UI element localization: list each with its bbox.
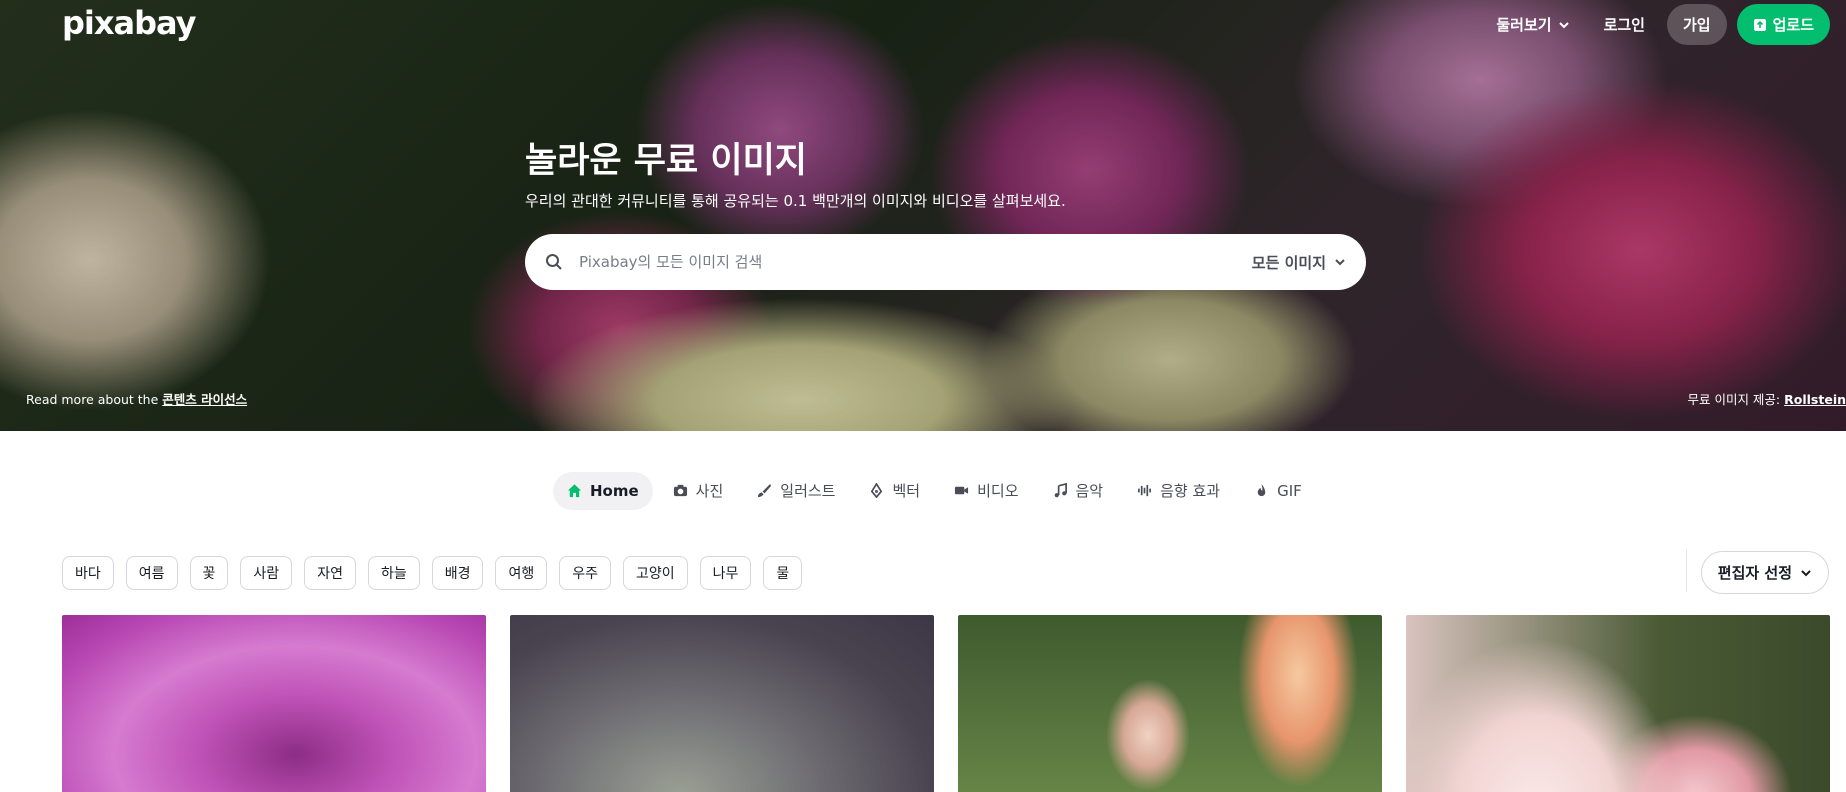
image-card-flamingo[interactable]	[1406, 615, 1830, 792]
join-button[interactable]: 가입	[1666, 4, 1727, 45]
tab-music[interactable]: 음악	[1039, 470, 1118, 511]
chip-sky[interactable]: 하늘	[367, 556, 420, 590]
explore-menu-button[interactable]: 둘러보기	[1484, 4, 1581, 45]
chip-people[interactable]: 사람	[240, 556, 293, 590]
chip-sea[interactable]: 바다	[62, 556, 114, 590]
music-icon	[1054, 483, 1067, 498]
chip-background[interactable]: 배경	[431, 556, 484, 590]
license-prefix: Read more about the	[26, 392, 159, 407]
chevron-down-icon	[1335, 259, 1345, 266]
pen-nib-icon	[871, 483, 883, 498]
tab-label: 음향 효과	[1160, 482, 1221, 500]
chevron-down-icon	[1558, 21, 1569, 28]
upload-label: 업로드	[1772, 16, 1814, 34]
video-icon	[955, 486, 969, 495]
image-credit: 무료 이미지 제공: Rollstein	[1687, 389, 1846, 408]
tab-illustrations[interactable]: 일러스트	[743, 470, 849, 511]
search-input[interactable]	[579, 253, 1252, 271]
media-type-tabs: Home 사진 일러스트 벡터 비디오 음악 음향 효과 GIF	[553, 470, 1316, 511]
license-note: Read more about the 콘텐츠 라이선스	[26, 389, 247, 408]
hero-title: 놀라운 무료 이미지	[525, 141, 807, 181]
tab-label: 벡터	[892, 482, 921, 500]
chip-summer[interactable]: 여름	[125, 556, 178, 590]
chip-cat[interactable]: 고양이	[623, 556, 688, 590]
image-grid	[62, 615, 1830, 792]
camera-icon	[673, 484, 687, 497]
image-card-girl-flowers[interactable]	[958, 615, 1382, 792]
tab-label: 비디오	[977, 482, 1019, 500]
sort-label: 편집자 선정	[1717, 564, 1792, 582]
divider	[1686, 550, 1687, 592]
credit-prefix: 무료 이미지 제공:	[1687, 392, 1781, 407]
tab-label: GIF	[1277, 481, 1302, 500]
chip-flower[interactable]: 꽃	[189, 556, 229, 590]
hero-subtitle: 우리의 관대한 커뮤니티를 통해 공유되는 0.1 백만개의 이미지와 비디오를…	[525, 192, 1066, 210]
tab-gif[interactable]: GIF	[1240, 472, 1316, 510]
upload-button[interactable]: 업로드	[1736, 4, 1830, 45]
tab-sound-effects[interactable]: 음향 효과	[1123, 470, 1234, 511]
chip-space[interactable]: 우주	[559, 556, 612, 590]
chip-nature[interactable]: 자연	[304, 556, 356, 590]
license-link[interactable]: 콘텐츠 라이선스	[162, 392, 247, 407]
tab-vectors[interactable]: 벡터	[855, 470, 934, 511]
search-icon[interactable]	[545, 253, 563, 271]
chip-water[interactable]: 물	[763, 556, 803, 590]
upload-icon	[1753, 18, 1766, 31]
tab-videos[interactable]: 비디오	[940, 470, 1032, 511]
brush-icon	[758, 483, 772, 498]
chip-travel[interactable]: 여행	[495, 556, 548, 590]
chevron-down-icon	[1801, 569, 1811, 576]
explore-label: 둘러보기	[1496, 16, 1552, 34]
category-chips: 바다 여름 꽃 사람 자연 하늘 배경 여행 우주 고양이 나무 물	[62, 556, 803, 590]
home-icon	[567, 484, 582, 498]
tab-photos[interactable]: 사진	[659, 470, 738, 511]
flame-icon	[1257, 483, 1266, 497]
credit-link[interactable]: Rollstein	[1784, 392, 1846, 407]
image-card-blurred[interactable]	[510, 615, 934, 792]
tab-label: 음악	[1075, 482, 1104, 500]
top-navigation: 둘러보기 로그인 가입 업로드	[1484, 4, 1830, 45]
image-card-pink-rose[interactable]	[62, 615, 486, 792]
chip-tree[interactable]: 나무	[699, 556, 752, 590]
search-type-dropdown[interactable]: 모든 이미지	[1252, 252, 1346, 273]
search-type-label: 모든 이미지	[1251, 253, 1326, 272]
tab-label: 일러스트	[780, 482, 836, 500]
pixabay-logo[interactable]: pixabay	[62, 4, 196, 42]
login-button[interactable]: 로그인	[1592, 4, 1657, 45]
tab-label: 사진	[695, 482, 724, 500]
tab-label: Home	[590, 481, 639, 500]
waveform-icon	[1138, 484, 1152, 497]
sort-dropdown[interactable]: 편집자 선정	[1700, 551, 1829, 594]
tab-home[interactable]: Home	[553, 471, 653, 510]
hero-banner: pixabay 둘러보기 로그인 가입 업로드 놀라운 무료 이미지 우리의 관…	[0, 0, 1846, 431]
search-bar: 모든 이미지	[525, 234, 1366, 290]
